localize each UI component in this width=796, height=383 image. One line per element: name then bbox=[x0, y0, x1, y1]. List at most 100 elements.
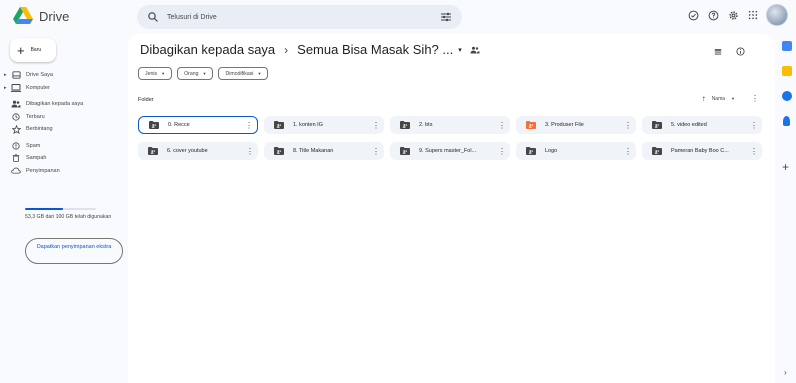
more-actions-icon[interactable]: ⋮ bbox=[246, 147, 254, 156]
more-actions-icon[interactable]: ⋮ bbox=[750, 121, 758, 130]
search-icon[interactable] bbox=[147, 11, 159, 23]
keep-icon[interactable] bbox=[782, 66, 792, 76]
offline-status-icon[interactable] bbox=[686, 8, 700, 22]
settings-gear-icon[interactable] bbox=[726, 8, 740, 22]
folder-name: 0. Recce bbox=[168, 122, 190, 128]
breadcrumb-current-folder[interactable]: Semua Bisa Masak Sih? ... bbox=[297, 42, 453, 57]
chevron-right-icon[interactable]: › bbox=[784, 368, 787, 377]
sidebar-item-shared-with-me[interactable]: Dibagikan kepada saya bbox=[0, 99, 128, 110]
drive-logo[interactable]: Drive bbox=[13, 7, 69, 25]
top-bar: Drive Telusuri di Drive bbox=[0, 0, 796, 34]
sort-by-name[interactable]: Nama bbox=[712, 96, 725, 102]
folder-menu-caret-icon[interactable]: ▾ bbox=[458, 46, 462, 54]
folder-card[interactable]: 9. Supers master_Fol... ⋮ bbox=[390, 142, 510, 160]
folder-name: Pameran Baby Boo C... bbox=[671, 148, 729, 154]
sidebar-item-label: Spam bbox=[26, 142, 41, 149]
filter-chips: Jenis ▼ Orang ▼ Dimodifikasi ▼ bbox=[138, 67, 269, 80]
shared-folder-icon bbox=[470, 46, 480, 53]
sidebar-item-label: Dibagikan kepada saya bbox=[26, 101, 84, 108]
more-actions-icon[interactable]: ⋮ bbox=[750, 147, 758, 156]
folder-card[interactable]: Logo ⋮ bbox=[516, 142, 636, 160]
more-actions-icon[interactable]: ⋮ bbox=[245, 121, 253, 130]
folder-card[interactable]: 3. Produser File ⋮ bbox=[516, 116, 636, 134]
folder-name: 1. konten IG bbox=[293, 122, 323, 128]
folder-name: 8. Title Makanan bbox=[293, 148, 334, 154]
storage-usage-bar bbox=[25, 208, 96, 210]
help-icon[interactable] bbox=[706, 8, 720, 22]
drive-logo-icon bbox=[13, 7, 33, 24]
folder-card[interactable]: 2. bts ⋮ bbox=[390, 116, 510, 134]
sidebar-nav: ▸ Drive Saya ▸ Komputer Dibagikan kepada… bbox=[0, 70, 128, 178]
tasks-icon[interactable] bbox=[782, 91, 792, 101]
breadcrumb-separator: › bbox=[284, 42, 289, 57]
expand-caret-icon[interactable]: ▸ bbox=[4, 72, 9, 78]
sort-direction-arrow-icon[interactable]: ↑ bbox=[702, 94, 706, 103]
more-actions-icon[interactable]: ⋮ bbox=[372, 147, 380, 156]
filter-type-chip[interactable]: Jenis ▼ bbox=[138, 67, 173, 80]
expand-caret-icon[interactable]: ▸ bbox=[4, 85, 9, 91]
sidebar-item-trash[interactable]: Sampah bbox=[0, 153, 128, 164]
filter-label: Jenis bbox=[145, 70, 158, 77]
filter-modified-chip[interactable]: Dimodifikasi ▼ bbox=[218, 67, 269, 80]
info-icon[interactable] bbox=[736, 47, 745, 56]
sidebar-item-label: Drive Saya bbox=[26, 72, 53, 79]
sidebar-item-spam[interactable]: Spam bbox=[0, 141, 128, 152]
breadcrumb-root[interactable]: Dibagikan kepada saya bbox=[140, 42, 275, 57]
filter-label: Dimodifikasi bbox=[225, 70, 254, 77]
contacts-icon[interactable] bbox=[783, 116, 790, 126]
folder-card[interactable]: 6. cover youtube ⋮ bbox=[138, 142, 258, 160]
folder-card[interactable]: 1. konten IG ⋮ bbox=[264, 116, 384, 134]
sidebar-item-label: Sampah bbox=[26, 155, 47, 162]
get-more-storage-button[interactable]: Dapatkan penyimpanan ekstra bbox=[25, 238, 123, 264]
folder-card[interactable]: 5. video edited ⋮ bbox=[642, 116, 762, 134]
sidebar-item-storage[interactable]: Penyimpanan bbox=[0, 166, 128, 177]
app-name: Drive bbox=[39, 8, 70, 24]
shared-folder-icon bbox=[400, 147, 410, 155]
more-actions-icon[interactable]: ⋮ bbox=[498, 121, 506, 130]
folder-name: 9. Supers master_Fol... bbox=[419, 148, 477, 154]
filter-label: Orang bbox=[184, 70, 199, 77]
apps-grid-icon[interactable] bbox=[746, 8, 760, 22]
star-icon bbox=[11, 124, 21, 134]
more-actions-icon[interactable]: ⋮ bbox=[372, 121, 380, 130]
sidebar-item-starred[interactable]: Berbintang bbox=[0, 124, 128, 135]
list-view-icon[interactable] bbox=[714, 48, 722, 56]
more-actions-icon[interactable]: ⋮ bbox=[498, 147, 506, 156]
chevron-down-icon: ▼ bbox=[161, 71, 166, 76]
shared-folder-icon bbox=[274, 121, 284, 129]
folder-grid: 0. Recce ⋮ 1. konten IG ⋮ 2. bts ⋮ 3. Produser… bbox=[138, 116, 762, 160]
search-input[interactable]: Telusuri di Drive bbox=[167, 14, 440, 21]
sidebar-item-label: Komputer bbox=[26, 84, 50, 91]
calendar-icon[interactable] bbox=[782, 41, 792, 51]
folder-card[interactable]: 8. Title Makanan ⋮ bbox=[264, 142, 384, 160]
search-bar[interactable]: Telusuri di Drive bbox=[137, 5, 462, 29]
sidebar-item-recent[interactable]: Terbaru bbox=[0, 112, 128, 123]
more-actions-icon[interactable]: ⋮ bbox=[624, 147, 632, 156]
folder-name: 6. cover youtube bbox=[167, 148, 208, 154]
header-actions bbox=[686, 4, 796, 26]
shared-folder-icon bbox=[400, 121, 410, 129]
folder-name: 3. Produser File bbox=[545, 122, 584, 128]
chevron-down-icon[interactable]: ▼ bbox=[731, 96, 735, 101]
sidebar-item-my-drive[interactable]: ▸ Drive Saya bbox=[0, 70, 128, 81]
folder-card[interactable]: 0. Recce ⋮ bbox=[138, 116, 258, 134]
sidebar-item-computers[interactable]: ▸ Komputer bbox=[0, 83, 128, 94]
account-avatar[interactable] bbox=[766, 4, 788, 26]
storage-usage-fill bbox=[25, 208, 63, 210]
folder-card[interactable]: Pameran Baby Boo C... ⋮ bbox=[642, 142, 762, 160]
new-button[interactable]: + Baru bbox=[10, 38, 56, 62]
chevron-down-icon: ▼ bbox=[257, 71, 262, 76]
search-options-icon[interactable] bbox=[440, 11, 452, 23]
shared-folder-icon bbox=[652, 121, 662, 129]
more-options-icon[interactable]: ⋮ bbox=[751, 94, 759, 103]
trash-icon bbox=[11, 154, 21, 163]
plus-icon: + bbox=[17, 42, 25, 58]
my-drive-icon bbox=[11, 71, 21, 79]
filter-people-chip[interactable]: Orang ▼ bbox=[177, 67, 214, 80]
breadcrumb: Dibagikan kepada saya › Semua Bisa Masak… bbox=[140, 42, 480, 57]
clock-icon bbox=[11, 113, 21, 121]
more-actions-icon[interactable]: ⋮ bbox=[624, 121, 632, 130]
cloud-icon bbox=[11, 167, 21, 175]
add-addon-icon[interactable]: + bbox=[782, 160, 789, 174]
sidebar-item-label: Penyimpanan bbox=[26, 167, 60, 174]
